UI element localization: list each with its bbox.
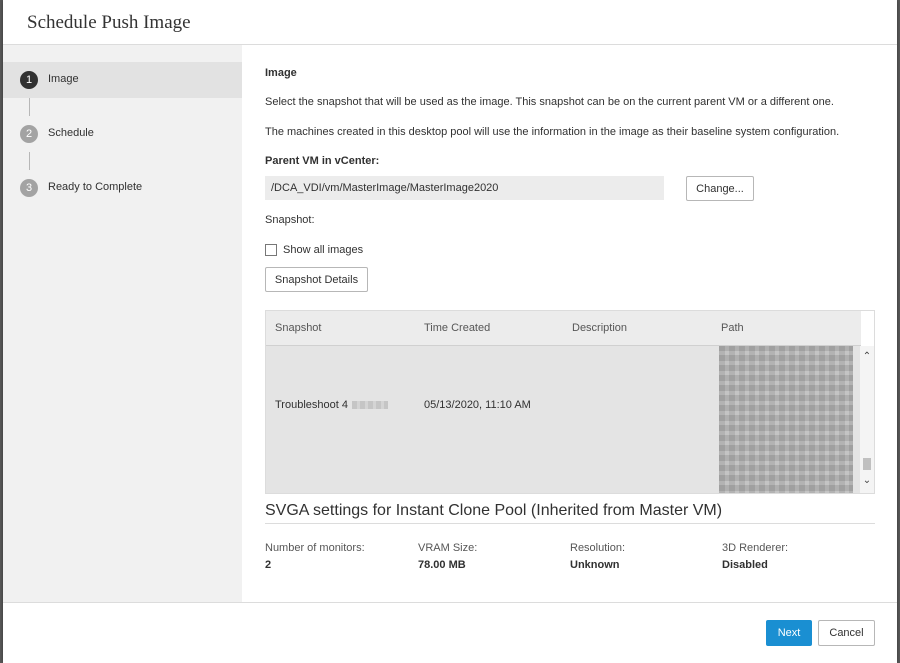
next-button[interactable]: Next bbox=[766, 620, 812, 646]
description-snapshot: Select the snapshot that will be used as… bbox=[265, 96, 834, 108]
show-all-images-checkbox[interactable] bbox=[265, 244, 277, 256]
step-connector bbox=[29, 98, 30, 116]
parent-vm-path-field: /DCA_VDI/vm/MasterImage/MasterImage2020 bbox=[265, 176, 664, 200]
number-of-monitors-value: 2 bbox=[265, 559, 272, 571]
svga-divider bbox=[265, 523, 875, 524]
step-label: Schedule bbox=[48, 127, 94, 139]
step-number-badge: 1 bbox=[20, 71, 38, 89]
redacted-path bbox=[719, 346, 853, 493]
chevron-up-icon[interactable]: ⌃ bbox=[860, 350, 874, 364]
cell-time-created: 05/13/2020, 11:10 AM bbox=[424, 399, 531, 411]
step-number-badge: 2 bbox=[20, 125, 38, 143]
redacted-text bbox=[351, 401, 388, 410]
snapshot-name: Troubleshoot 4 bbox=[275, 399, 348, 411]
step-image[interactable]: 1 Image bbox=[3, 62, 242, 98]
table-header: Snapshot Time Created Description Path bbox=[266, 311, 861, 346]
column-header-description[interactable]: Description bbox=[572, 322, 627, 334]
table-row[interactable]: Troubleshoot 4 05/13/2020, 11:10 AM bbox=[266, 346, 861, 493]
show-all-images-label[interactable]: Show all images bbox=[283, 244, 363, 256]
schedule-push-image-dialog: Schedule Push Image 1 Image 2 Schedule 3… bbox=[3, 0, 897, 663]
3d-renderer-label: 3D Renderer: bbox=[722, 542, 789, 554]
snapshot-label: Snapshot: bbox=[265, 214, 315, 226]
step-label: Image bbox=[48, 73, 79, 85]
scroll-thumb[interactable] bbox=[863, 458, 871, 470]
description-baseline: The machines created in this desktop poo… bbox=[265, 126, 840, 138]
step-schedule[interactable]: 2 Schedule bbox=[3, 116, 242, 152]
section-title: Image bbox=[265, 67, 297, 79]
step-label: Ready to Complete bbox=[48, 181, 143, 193]
column-header-snapshot[interactable]: Snapshot bbox=[275, 322, 321, 334]
table-scrollbar[interactable]: ⌃ ⌄ bbox=[860, 346, 874, 493]
vram-size-value: 78.00 MB bbox=[418, 559, 466, 571]
step-ready-to-complete[interactable]: 3 Ready to Complete bbox=[3, 170, 242, 206]
dialog-title: Schedule Push Image bbox=[27, 12, 191, 33]
column-header-time-created[interactable]: Time Created bbox=[424, 322, 490, 334]
cancel-button[interactable]: Cancel bbox=[818, 620, 875, 646]
resolution-value: Unknown bbox=[570, 559, 620, 571]
number-of-monitors-label: Number of monitors: bbox=[265, 542, 365, 554]
footer-divider bbox=[3, 602, 897, 603]
step-connector bbox=[29, 152, 30, 170]
snapshot-details-button[interactable]: Snapshot Details bbox=[265, 267, 368, 292]
change-parent-vm-button[interactable]: Change... bbox=[686, 176, 754, 201]
snapshot-table: Snapshot Time Created Description Path T… bbox=[265, 310, 875, 494]
3d-renderer-value: Disabled bbox=[722, 559, 768, 571]
parent-vm-label: Parent VM in vCenter: bbox=[265, 155, 380, 167]
chevron-down-icon[interactable]: ⌄ bbox=[860, 474, 874, 488]
vram-size-label: VRAM Size: bbox=[418, 542, 478, 554]
resolution-label: Resolution: bbox=[570, 542, 626, 554]
step-number-badge: 3 bbox=[20, 179, 38, 197]
wizard-steps-sidebar: 1 Image 2 Schedule 3 Ready to Complete bbox=[3, 45, 242, 602]
svga-settings-title: SVGA settings for Instant Clone Pool (In… bbox=[265, 502, 723, 519]
cell-snapshot: Troubleshoot 4 bbox=[275, 399, 388, 411]
column-header-path[interactable]: Path bbox=[721, 322, 744, 334]
